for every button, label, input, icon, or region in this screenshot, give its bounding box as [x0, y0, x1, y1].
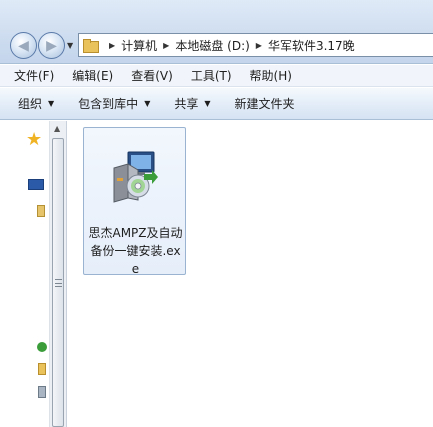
pane-divider[interactable]	[66, 121, 67, 427]
network-icon[interactable]	[37, 342, 47, 352]
drive-icon[interactable]	[38, 386, 46, 398]
include-library-button[interactable]: 包含到库中 ▼	[78, 95, 150, 112]
file-item[interactable]: 思杰AMPZ及自动备份一键安装.exe	[83, 127, 186, 276]
new-folder-label: 新建文件夹	[234, 97, 295, 111]
command-bar: 组织 ▼ 包含到库中 ▼ 共享 ▼ 新建文件夹	[0, 88, 433, 120]
chevron-right-icon[interactable]: ▶	[109, 41, 115, 50]
back-button[interactable]: ◀	[10, 32, 37, 59]
desktop-icon[interactable]	[28, 179, 44, 190]
chevron-right-icon[interactable]: ▶	[256, 41, 262, 50]
scroll-thumb[interactable]	[52, 138, 64, 427]
chevron-down-icon: ▼	[204, 99, 211, 108]
file-name: 思杰AMPZ及自动备份一键安装.exe	[88, 226, 183, 276]
grip-icon	[55, 279, 62, 287]
menu-view[interactable]: 查看(V)	[127, 66, 177, 85]
chevron-down-icon: ▼	[48, 99, 55, 108]
menu-edit[interactable]: 编辑(E)	[68, 66, 117, 85]
menu-file[interactable]: 文件(F)	[10, 66, 58, 85]
scroll-up-arrow-icon[interactable]: ▲	[54, 124, 60, 133]
breadcrumb-computer[interactable]: 计算机	[121, 37, 157, 54]
forward-arrow-icon: ▶	[46, 37, 57, 54]
favorites-star-icon[interactable]: ★	[26, 131, 42, 149]
menu-tools[interactable]: 工具(T)	[187, 66, 236, 85]
nav-scrollbar[interactable]: ▲	[49, 121, 66, 427]
share-label: 共享	[174, 97, 199, 111]
breadcrumb-drive[interactable]: 本地磁盘 (D:)	[175, 37, 249, 54]
chevron-right-icon[interactable]: ▶	[163, 41, 169, 50]
navigation-pane: ★	[0, 121, 49, 427]
forward-button[interactable]: ▶	[38, 32, 65, 59]
installer-icon	[113, 151, 158, 203]
include-library-label: 包含到库中	[78, 97, 139, 111]
folder-icon	[83, 39, 99, 53]
share-button[interactable]: 共享 ▼	[174, 95, 210, 112]
chevron-down-icon: ▼	[144, 99, 151, 108]
menu-help[interactable]: 帮助(H)	[246, 66, 296, 85]
organize-label: 组织	[18, 97, 43, 111]
title-bar: ◀ ▶ ▼ ▶ 计算机 ▶ 本地磁盘 (D:) ▶ 华军软件3.17晚	[0, 0, 433, 64]
organize-button[interactable]: 组织 ▼	[18, 95, 54, 112]
breadcrumb-folder[interactable]: 华军软件3.17晚	[268, 37, 355, 54]
library-icon[interactable]	[37, 205, 45, 217]
back-arrow-icon: ◀	[18, 37, 29, 54]
folder-icon[interactable]	[38, 363, 46, 375]
address-bar[interactable]: ▶ 计算机 ▶ 本地磁盘 (D:) ▶ 华军软件3.17晚	[78, 33, 433, 57]
menu-bar: 文件(F) 编辑(E) 查看(V) 工具(T) 帮助(H)	[0, 65, 433, 87]
new-folder-button[interactable]: 新建文件夹	[235, 95, 295, 112]
recent-pages-dropdown[interactable]: ▼	[67, 41, 73, 50]
